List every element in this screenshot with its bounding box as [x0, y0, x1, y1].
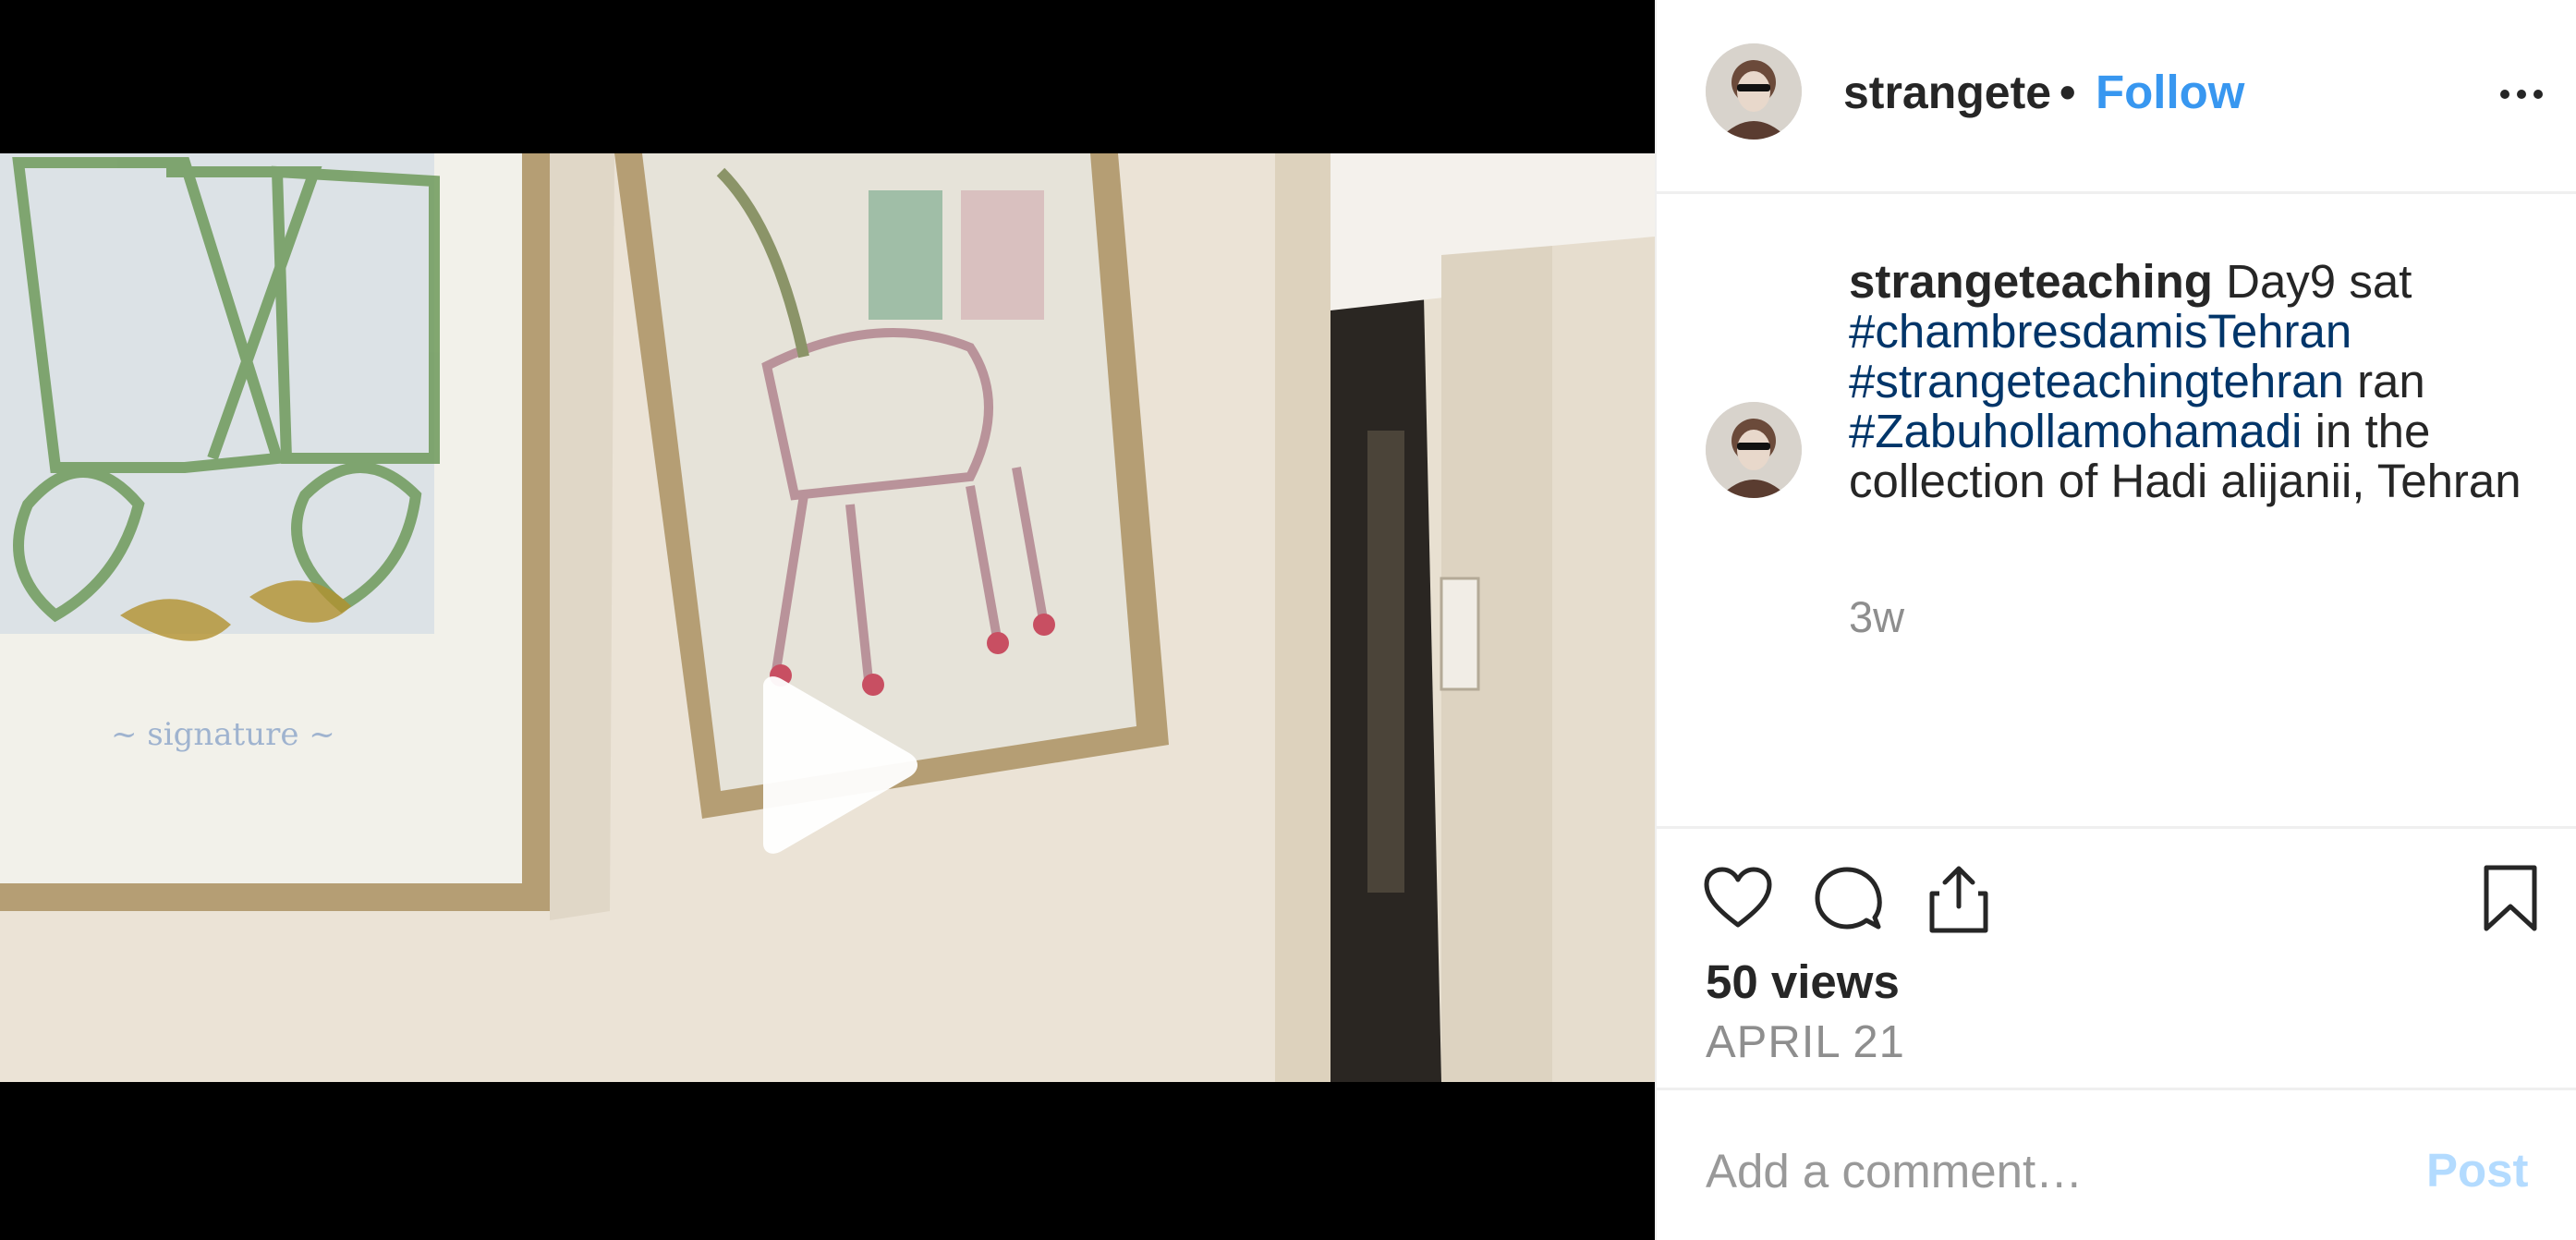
post-panel: strangeteaching • Follow strangeteaching… — [1655, 0, 2576, 1240]
caption-divider — [1657, 826, 2576, 829]
header-avatar[interactable] — [1706, 43, 1802, 140]
video-player[interactable]: ~ signature ~ — [0, 0, 1655, 1240]
caption-text-segment: ran — [2343, 355, 2425, 407]
caption-username[interactable]: strangeteaching — [1849, 255, 2213, 308]
view-count[interactable]: 50 views — [1706, 954, 1900, 1010]
comment-divider — [1657, 1088, 2576, 1090]
caption-text-segment: Day9 sat — [2212, 255, 2412, 308]
follow-button[interactable]: Follow — [2096, 65, 2244, 120]
caption-text: strangeteaching Day9 sat #chambresdamisT… — [1849, 257, 2551, 506]
video-still: ~ signature ~ — [0, 153, 1655, 1082]
header-username[interactable]: strangeteaching — [1843, 65, 2052, 120]
post-age[interactable]: 3w — [1849, 590, 1904, 645]
bookmark-icon[interactable] — [2481, 864, 2540, 932]
separator-dot: • — [2060, 67, 2076, 118]
share-icon[interactable] — [1926, 864, 1991, 934]
hashtag-link[interactable]: #chambresdamisTehran — [1849, 305, 2351, 358]
hashtag-link[interactable]: #Zabuhollamohamadi — [1849, 405, 2302, 457]
hashtag-link[interactable]: #strangeteachingtehran — [1849, 355, 2344, 407]
comment-icon[interactable] — [1814, 866, 1882, 932]
post-comment-button[interactable]: Post — [2426, 1138, 2529, 1203]
comment-input[interactable] — [1706, 1138, 2399, 1203]
heart-icon[interactable] — [1703, 866, 1773, 930]
more-horizontal-icon[interactable] — [2497, 72, 2546, 116]
header-divider — [1657, 191, 2576, 194]
video-frame[interactable]: ~ signature ~ — [0, 153, 1655, 1082]
post-date: APRIL 21 — [1706, 1017, 1905, 1067]
caption-avatar[interactable] — [1706, 402, 1802, 498]
svg-text:~ signature ~: ~ signature ~ — [111, 716, 335, 753]
play-icon[interactable] — [745, 674, 920, 857]
